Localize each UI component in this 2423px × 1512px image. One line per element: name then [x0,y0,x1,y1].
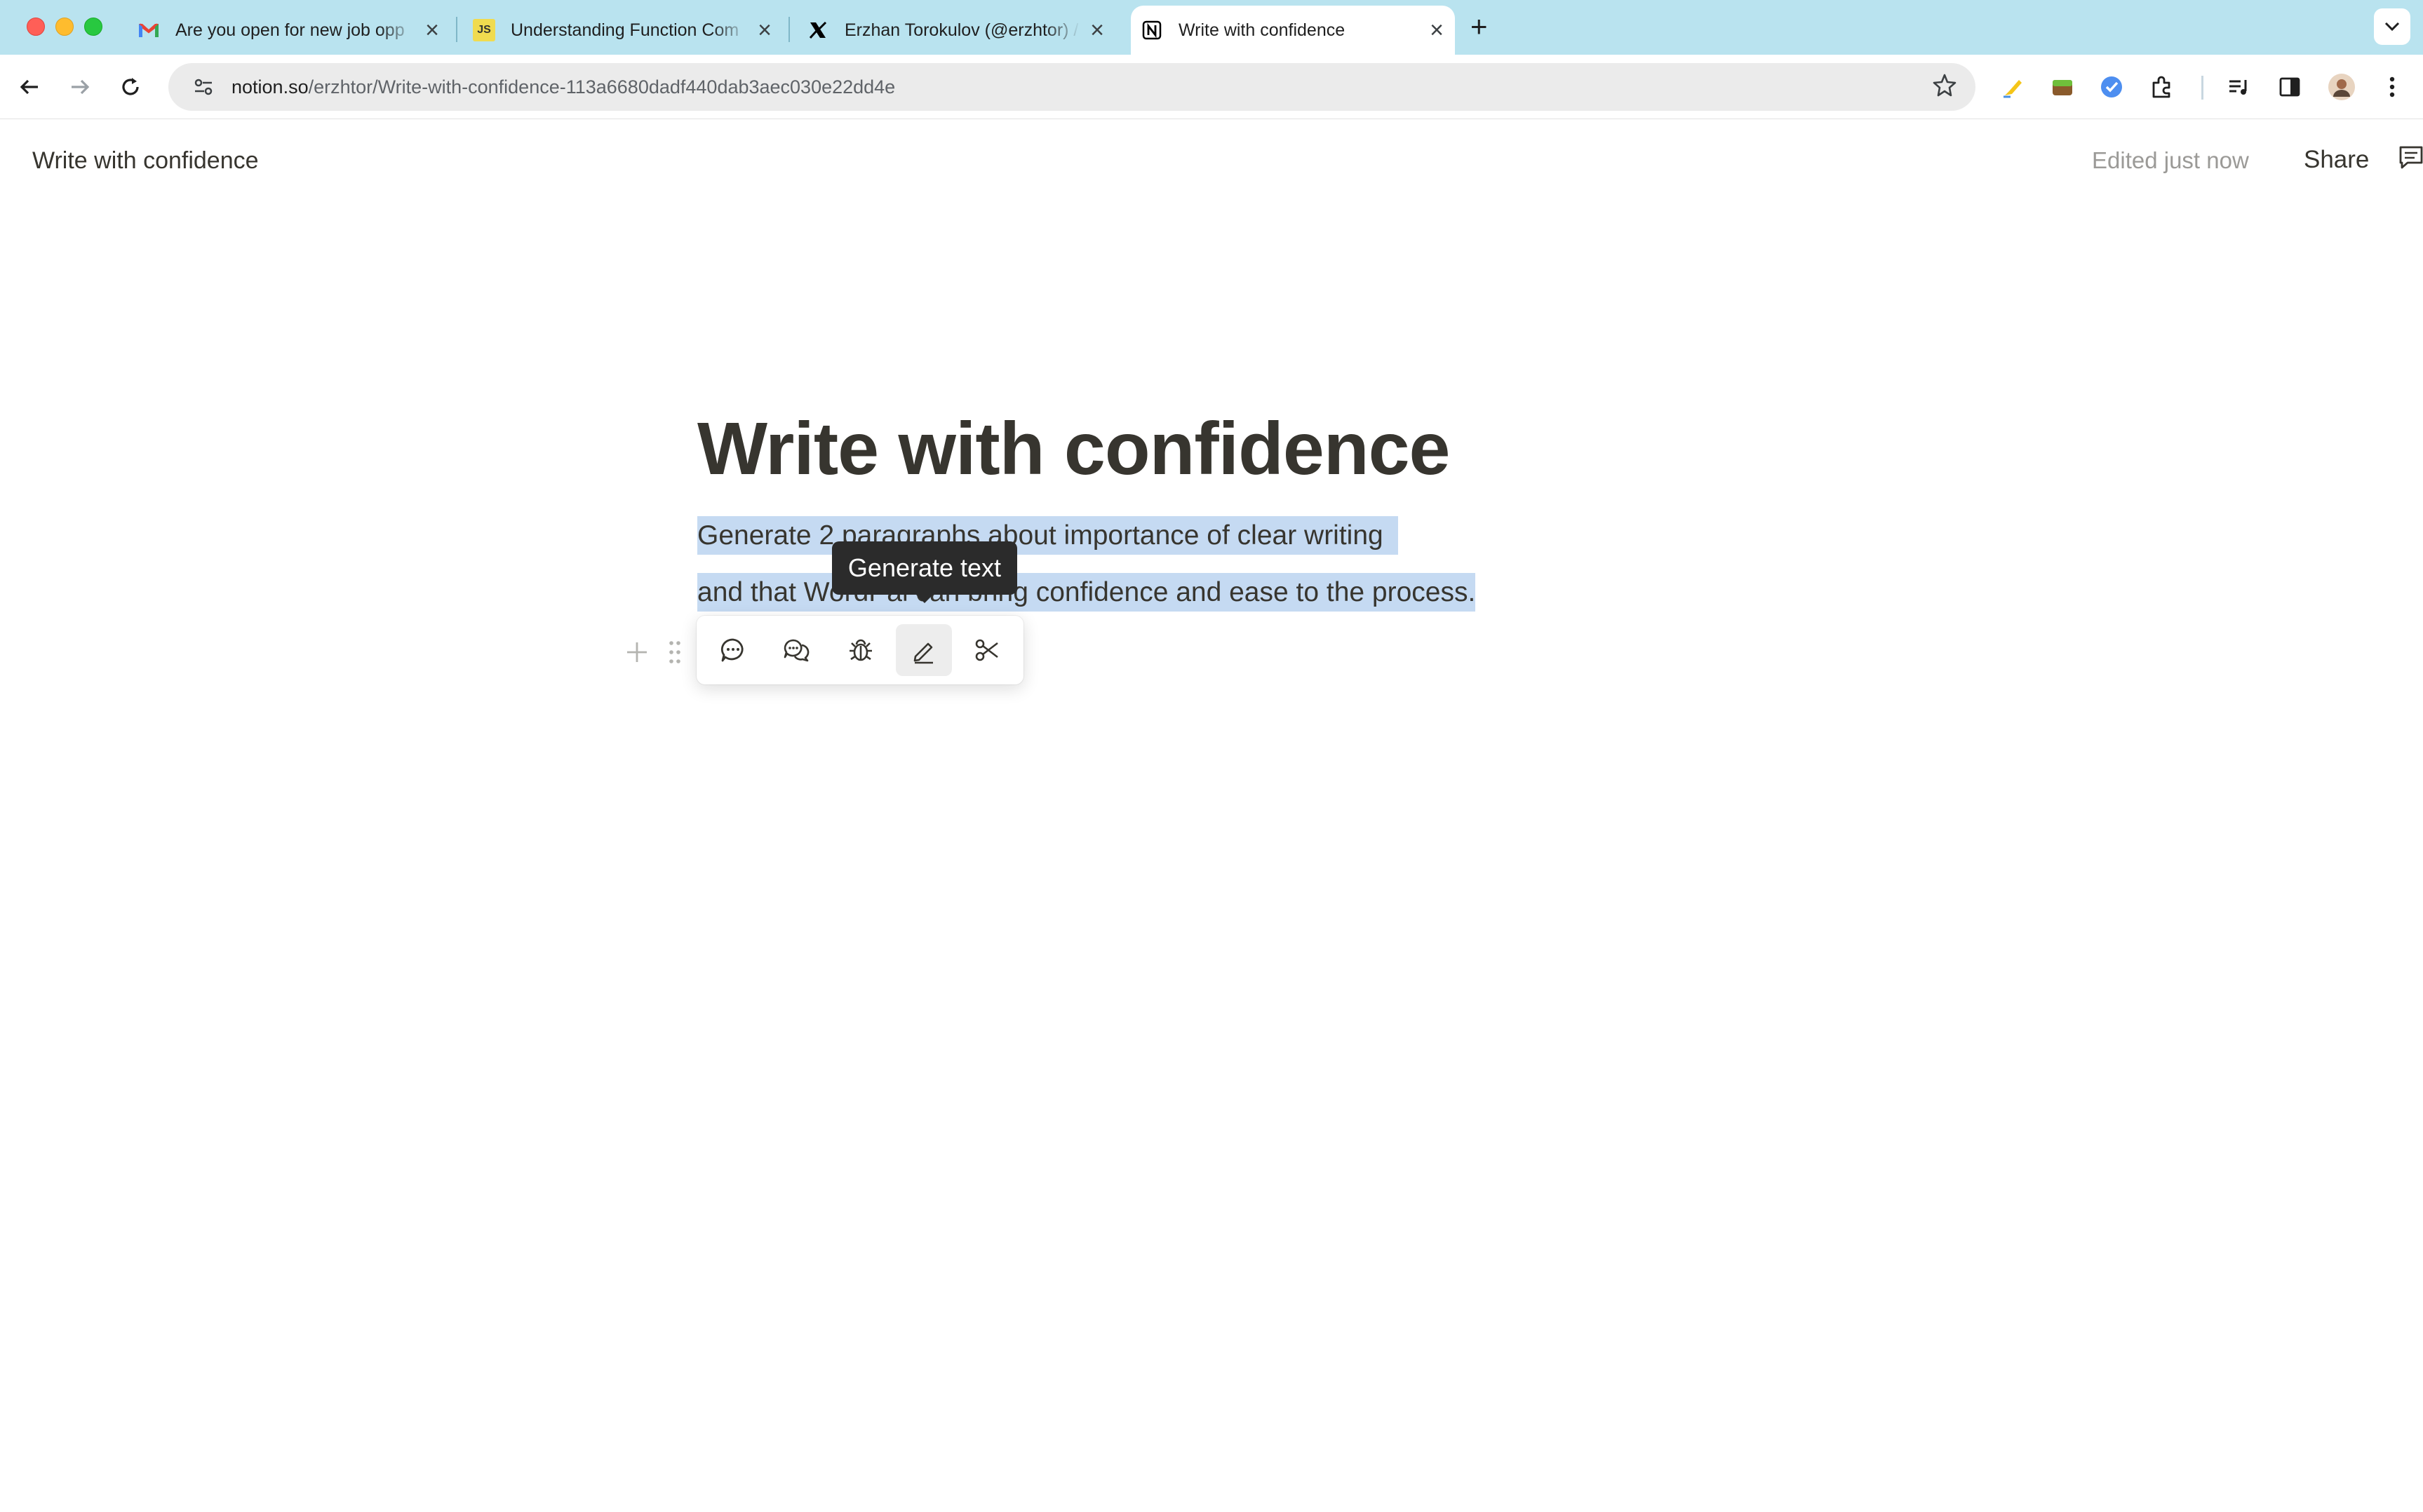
arrow-left-icon [20,79,38,95]
highlighter-extension-icon[interactable] [1998,72,2029,102]
tab-title: Write with confidence [1179,20,1345,40]
side-panel-icon[interactable] [2274,72,2305,102]
tab-x[interactable]: Erzhan Torokulov (@erzhtor) / × [807,6,1108,55]
url-path: /erzhtor/Write-with-confidence-113a6680d… [308,76,896,97]
edited-status: Edited just now [2092,147,2249,173]
more-menu-icon[interactable] [2377,72,2408,102]
grass-extension-icon[interactable] [2047,72,2078,102]
maximize-window-button[interactable] [84,18,102,36]
paragraph-line-1[interactable]: Generate 2 paragraphs about importance o… [697,516,1399,555]
back-button[interactable] [11,69,48,105]
reload-icon [122,78,139,95]
js-icon: JS [473,19,495,41]
tab-js[interactable]: JS Understanding Function Com × [473,6,776,55]
tab-divider [456,17,457,42]
share-button[interactable]: Share [2304,146,2369,174]
chat-bubble-icon [720,638,744,662]
x-icon [807,19,829,41]
close-tab-icon[interactable]: × [421,17,443,44]
comments-icon[interactable] [2398,144,2423,176]
puzzle-extensions-icon[interactable] [2147,72,2177,102]
tab-title: Are you open for new job opp [175,20,405,40]
debug-button[interactable] [833,624,889,676]
close-tab-icon[interactable]: × [753,17,776,44]
toolbar-divider [2201,76,2203,100]
chat-button[interactable] [705,624,761,676]
tab-search-button[interactable] [2374,8,2410,45]
conversation-icon [784,639,810,662]
tooltip-arrow [915,593,934,603]
site-info-icon[interactable] [188,72,219,102]
chevron-down-icon [2384,22,2400,32]
ai-floating-toolbar [697,616,1023,684]
browser-toolbar: notion.so/erzhtor/Write-with-confidence-… [0,55,2423,119]
bug-icon [850,639,872,661]
pencil-icon [913,642,933,664]
tab-gmail[interactable]: Are you open for new job opp × [137,6,443,55]
tab-title: Erzhan Torokulov (@erzhtor) / [845,20,1079,40]
close-window-button[interactable] [27,18,45,36]
selected-text[interactable]: Generate 2 paragraphs about importance o… [697,516,1383,555]
conversation-button[interactable] [768,624,824,676]
address-bar[interactable]: notion.so/erzhtor/Write-with-confidence-… [168,63,1975,111]
browser-tab-strip: Are you open for new job opp × JS Unders… [0,0,2423,55]
breadcrumb[interactable]: Write with confidence [32,147,259,175]
selected-text[interactable]: and that WordPal can bring confidence an… [697,573,1476,612]
close-tab-icon[interactable]: × [1086,17,1108,44]
shorten-button[interactable] [959,624,1015,676]
arrow-right-icon [72,79,90,95]
notion-icon [1141,19,1163,41]
tab-notion-active[interactable]: Write with confidence × [1131,6,1455,55]
minimize-window-button[interactable] [55,18,74,36]
reload-button[interactable] [112,69,149,105]
url-host: notion.so [231,76,309,97]
add-block-icon[interactable] [624,635,650,670]
tooltip-label: Generate text [847,553,1002,582]
drag-handle-icon[interactable] [662,635,687,670]
paragraph-line-2[interactable]: and that WordPal can bring confidence an… [697,573,1476,612]
new-tab-button[interactable]: + [1470,10,1488,43]
selection-trailing-space [1383,516,1399,555]
close-tab-icon[interactable]: × [1425,17,1448,44]
page-title[interactable]: Write with confidence [697,407,1450,492]
gmail-icon [137,19,160,41]
profile-avatar[interactable] [2326,72,2357,102]
blue-check-extension-icon[interactable] [2096,72,2127,102]
tab-title: Understanding Function Com [511,20,739,40]
js-icon-label: JS [477,24,491,36]
forward-button[interactable] [62,69,98,105]
media-control-icon[interactable] [2224,72,2255,102]
notion-topbar: Write with confidence Edited just now Sh… [0,119,2423,202]
tab-divider [788,17,790,42]
bookmark-star-icon[interactable] [1932,73,1957,103]
scissors-icon [975,639,998,661]
generate-text-button[interactable] [896,624,952,676]
generate-text-tooltip: Generate text [832,541,1017,595]
